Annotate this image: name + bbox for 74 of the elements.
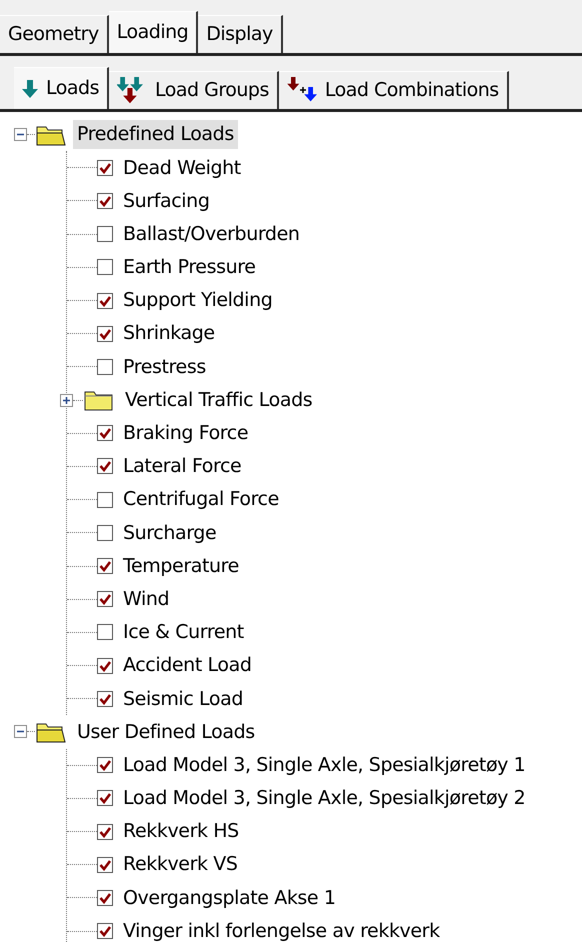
tree-item[interactable]: Vertical Traffic Loads: [121, 386, 316, 414]
tree-item[interactable]: Surfacing: [119, 186, 214, 216]
checkmark-icon: [99, 660, 111, 672]
plus-icon: [62, 396, 71, 405]
checkbox[interactable]: [97, 591, 113, 608]
tree-item[interactable]: Accident Load: [119, 651, 256, 680]
checkbox[interactable]: [97, 259, 113, 276]
checkbox[interactable]: [97, 890, 113, 906]
checkbox[interactable]: [97, 856, 113, 873]
checkmark-icon: [99, 858, 111, 871]
checkmark-icon: [99, 328, 111, 340]
tree-item[interactable]: Rekkverk VS: [119, 850, 242, 879]
checkmark-icon: [99, 162, 111, 174]
checkbox[interactable]: [97, 192, 113, 209]
tree-item[interactable]: Predefined Loads: [73, 120, 238, 149]
checkbox[interactable]: [97, 425, 113, 442]
tree-item[interactable]: Support Yielding: [119, 286, 276, 315]
tab[interactable]: Load Combinations: [278, 71, 509, 109]
expand-toggle[interactable]: [60, 394, 73, 407]
checkbox[interactable]: [97, 492, 113, 508]
checkmark-icon: [99, 826, 111, 838]
tree-item[interactable]: Rekkverk HS: [119, 817, 243, 846]
collapse-toggle[interactable]: [14, 128, 27, 142]
tree-item[interactable]: Ice & Current: [119, 618, 248, 647]
tree-item[interactable]: Temperature: [119, 552, 243, 580]
tab[interactable]: Load Groups: [108, 71, 279, 109]
checkmark-icon: [99, 925, 111, 938]
tree-item[interactable]: Vinger inkl forlengelse av rekkverk: [119, 916, 444, 942]
checkmark-icon: [99, 194, 111, 207]
checkbox[interactable]: [97, 226, 113, 242]
down-arrow-icon: [22, 78, 38, 98]
tree-item[interactable]: Braking Force: [119, 419, 252, 448]
checkmark-icon: [99, 460, 111, 472]
tab[interactable]: Loads: [14, 67, 109, 109]
collapse-toggle[interactable]: [14, 725, 27, 738]
checkbox[interactable]: [97, 358, 113, 375]
checkmark-icon: [99, 294, 111, 307]
tree-item[interactable]: Seismic Load: [119, 684, 247, 714]
tab[interactable]: Display: [198, 15, 283, 53]
tree-item[interactable]: Centrifugal Force: [119, 485, 283, 514]
tab[interactable]: Loading: [108, 11, 198, 53]
checkmark-icon: [99, 759, 111, 772]
tree-item[interactable]: Surcharge: [119, 518, 220, 548]
checkbox[interactable]: [97, 658, 113, 674]
checkmark-icon: [99, 692, 111, 705]
tree-item[interactable]: Overgangsplate Akse 1: [119, 884, 340, 912]
checkmark-icon: [99, 792, 111, 804]
tree-item[interactable]: User Defined Loads: [73, 718, 259, 746]
tree-item[interactable]: Earth Pressure: [119, 253, 260, 282]
checkbox[interactable]: [97, 326, 113, 342]
tree-item[interactable]: Wind: [119, 584, 174, 614]
tree-item[interactable]: Shrinkage: [119, 319, 219, 348]
tree-item[interactable]: Ballast/Overburden: [119, 220, 304, 248]
checkmark-icon: [99, 593, 111, 606]
checkmark-icon: [99, 427, 111, 440]
checkbox[interactable]: [97, 458, 113, 474]
checkbox[interactable]: [97, 923, 113, 940]
tab[interactable]: Geometry: [0, 15, 109, 53]
checkbox[interactable]: [97, 160, 113, 176]
tree-item[interactable]: Load Model 3, Single Axle, Spesialkjøretøy 1: [119, 750, 530, 780]
checkmark-icon: [99, 892, 111, 904]
checkbox[interactable]: [97, 558, 113, 574]
checkbox[interactable]: [97, 624, 113, 640]
tree-item[interactable]: Lateral Force: [119, 452, 246, 481]
checkbox[interactable]: [97, 690, 113, 707]
checkbox[interactable]: [97, 790, 113, 806]
checkbox[interactable]: [97, 292, 113, 309]
tree-item[interactable]: Load Model 3, Single Axle, Spesialkjøretøy 2: [119, 784, 530, 813]
tree-item[interactable]: Prestress: [119, 352, 210, 382]
checkbox[interactable]: [97, 824, 113, 840]
checkbox[interactable]: [97, 757, 113, 774]
checkmark-icon: [99, 560, 111, 572]
checkbox[interactable]: [97, 524, 113, 541]
tree-item[interactable]: Dead Weight: [119, 154, 245, 182]
